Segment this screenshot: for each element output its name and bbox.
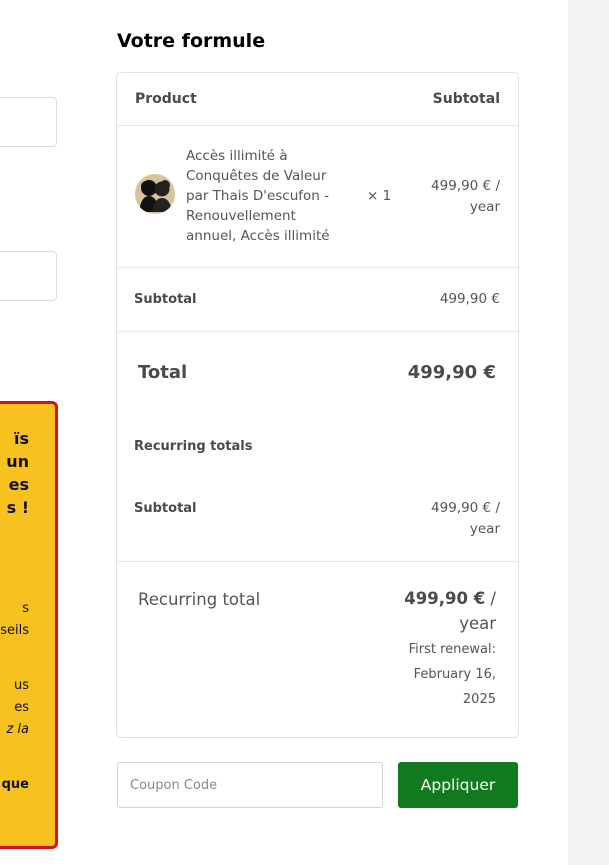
subtotal-label: Subtotal: [134, 292, 197, 307]
promo-line: s: [22, 601, 29, 616]
promo-line: que: [1, 777, 29, 792]
promo-line: ïs: [13, 429, 29, 448]
order-summary-title: Votre formule: [117, 30, 266, 52]
promo-line: us: [13, 678, 29, 693]
divider: [117, 331, 518, 332]
divider: [117, 125, 518, 126]
promo-line: z la: [6, 722, 29, 737]
coupon-code-input[interactable]: [117, 762, 383, 808]
promo-line: s !: [6, 498, 29, 517]
promo-line: seils: [0, 623, 29, 638]
total-value: 499,90 €: [407, 362, 496, 383]
order-summary-table: Product Subtotal Accès illimité à Conquê…: [116, 72, 519, 738]
promo-line: un: [6, 452, 29, 471]
line-item-name: Accès illimité à Conquêtes de Valeur par…: [186, 148, 330, 244]
recurring-subtotal-label: Subtotal: [134, 501, 197, 516]
subtotal-value: 499,90 €: [439, 291, 500, 307]
line-item-price: 499,90 € / year: [431, 178, 500, 215]
recurring-totals-heading: Recurring totals: [134, 439, 253, 454]
subtotal-column-header: Subtotal: [432, 91, 500, 107]
total-label: Total: [138, 362, 188, 383]
promo-banner: ïs un es s ! s seils us es z la que: [0, 401, 58, 849]
promo-line: es: [8, 475, 29, 494]
divider: [117, 267, 518, 268]
product-thumbnail: [135, 174, 175, 214]
product-column-header: Product: [135, 91, 197, 107]
recurring-subtotal-value: 499,90 € / year: [431, 500, 500, 537]
billing-field-2[interactable]: [0, 251, 57, 301]
first-renewal-date: First renewal: February 16, 2025: [408, 642, 496, 707]
divider: [117, 561, 518, 562]
recurring-total-label: Recurring total: [138, 590, 261, 609]
billing-field-1[interactable]: [0, 97, 57, 147]
apply-coupon-button[interactable]: Appliquer: [398, 762, 518, 808]
line-item-quantity: × 1: [367, 188, 392, 204]
page-gutter: [568, 0, 609, 865]
promo-line: es: [14, 700, 29, 715]
recurring-total-value: 499,90 € / year First renewal: February …: [404, 586, 496, 712]
